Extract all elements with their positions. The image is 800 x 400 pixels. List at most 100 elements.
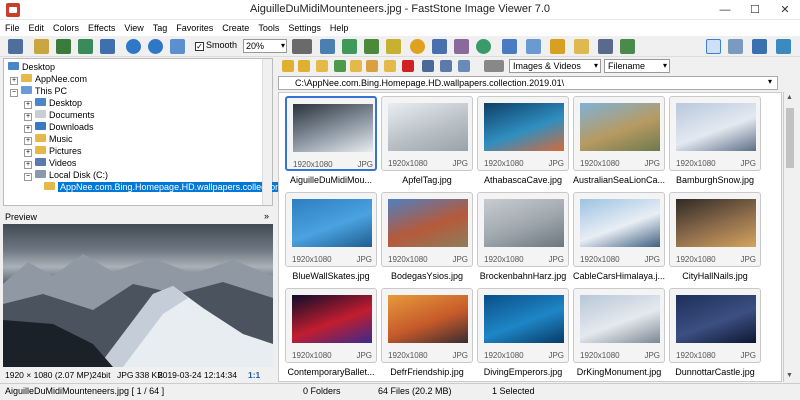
save-as-icon[interactable] — [78, 39, 93, 54]
path-field[interactable]: C:\AppNee.com.Bing.Homepage.HD.wallpaper… — [278, 76, 778, 90]
thumbnail-filename[interactable]: BlueWallSkates.jpg — [281, 271, 381, 281]
tree-item-downloads[interactable]: + Downloads — [24, 121, 94, 133]
menu-colors[interactable]: Colors — [48, 20, 83, 35]
folder-up-icon[interactable] — [316, 60, 328, 72]
menu-view[interactable]: View — [119, 20, 147, 35]
thumbnail-filename[interactable]: AustralianSeaLionCa... — [569, 175, 669, 185]
open-folder-icon[interactable] — [34, 39, 49, 54]
expand-icon[interactable]: + — [24, 101, 32, 109]
thumbnail-filename[interactable]: BrockenbahnHarz.jpg — [473, 271, 573, 281]
expand-icon[interactable]: + — [24, 149, 32, 157]
thumbnail-filename[interactable]: AiguilleDuMidiMou... — [281, 175, 381, 185]
view-details-icon[interactable] — [728, 39, 743, 54]
batch-icon[interactable] — [100, 39, 115, 54]
thumbnail-item[interactable]: 1920x1080 JPG DunnottarCastle.jpg — [669, 288, 761, 381]
thumbnail-item[interactable]: 1920x1080 JPG DrKingMonument.jpg — [573, 288, 665, 381]
zoom-out-icon[interactable] — [148, 39, 163, 54]
save-icon[interactable] — [56, 39, 71, 54]
thumbnail-item[interactable]: 1920x1080 JPG BrockenbahnHarz.jpg — [477, 192, 569, 285]
info-ratio[interactable]: 1:1 — [248, 368, 260, 382]
rotate-right-icon[interactable] — [342, 39, 357, 54]
thumbnail-image[interactable] — [388, 199, 468, 247]
thumbnail-frame[interactable]: 1920x1080 JPG — [285, 96, 377, 171]
browse-icon[interactable] — [8, 39, 23, 54]
thumbnail-filename[interactable]: AthabascaCave.jpg — [473, 175, 573, 185]
thumbnail-image[interactable] — [580, 103, 660, 151]
thumbnail-image[interactable] — [580, 199, 660, 247]
chevron-down-icon[interactable]: ▾ — [768, 77, 772, 86]
menu-file[interactable]: File — [0, 20, 24, 35]
thumbnail-image[interactable] — [388, 295, 468, 343]
thumbnail-image[interactable] — [388, 103, 468, 151]
thumbnail-item[interactable]: 1920x1080 JPG ContemporaryBallet... — [285, 288, 377, 381]
delete-icon[interactable] — [402, 60, 414, 72]
hand-tool-icon[interactable] — [292, 39, 312, 54]
maximize-button[interactable]: ☐ — [740, 0, 770, 20]
thumbnail-item[interactable]: 1920x1080 JPG BodegasYsios.jpg — [381, 192, 473, 285]
collapse-icon[interactable]: − — [24, 173, 32, 181]
thumbnail-image[interactable] — [292, 295, 372, 343]
email-icon[interactable] — [574, 39, 589, 54]
thumbnail-item[interactable]: 1920x1080 JPG BlueWallSkates.jpg — [285, 192, 377, 285]
thumbnail-image[interactable] — [292, 199, 372, 247]
thumbnail-item[interactable]: 1920x1080 JPG CableCarsHimalaya.j... — [573, 192, 665, 285]
tree-item-videos[interactable]: + Videos — [24, 157, 76, 169]
thumbnail-item[interactable]: 1920x1080 JPG BamburghSnow.jpg — [669, 96, 761, 189]
thumbnail-image[interactable] — [293, 104, 373, 152]
print-icon[interactable] — [598, 39, 613, 54]
thumbnail-frame[interactable]: 1920x1080 JPG — [573, 96, 665, 171]
scroll-up-icon[interactable]: ▲ — [786, 94, 793, 101]
new-folder-icon[interactable] — [334, 60, 346, 72]
preview-collapse-button[interactable]: » — [264, 211, 269, 221]
tree-item-wallpapers-folder[interactable]: AppNee.com.Bing.Homepage.HD.wallpapers.c… — [44, 181, 283, 193]
thumbnail-image[interactable] — [676, 199, 756, 247]
thumbnail-frame[interactable]: 1920x1080 JPG — [477, 288, 569, 363]
thumbnail-image[interactable] — [676, 103, 756, 151]
thumbnail-item[interactable]: 1920x1080 JPG DefrFriendship.jpg — [381, 288, 473, 381]
thumbnail-item[interactable]: 1920x1080 JPG AiguilleDuMidiMou... — [285, 96, 377, 189]
rotate-left-icon[interactable] — [320, 39, 335, 54]
thumbnail-filename[interactable]: BamburghSnow.jpg — [665, 175, 765, 185]
details-view-icon[interactable] — [458, 60, 470, 72]
smooth-checkbox[interactable]: ✓ Smooth — [195, 40, 237, 51]
expand-icon[interactable]: + — [24, 125, 32, 133]
fit-window-icon[interactable] — [170, 39, 185, 54]
sort-select[interactable]: Filename — [604, 59, 670, 73]
zoom-select[interactable]: 20% — [243, 39, 287, 53]
expand-icon[interactable]: + — [24, 137, 32, 145]
thumbnail-frame[interactable]: 1920x1080 JPG — [381, 192, 473, 267]
thumbnail-item[interactable]: 1920x1080 JPG DivingEmperors.jpg — [477, 288, 569, 381]
draw-icon[interactable] — [454, 39, 469, 54]
thumbnail-image[interactable] — [484, 199, 564, 247]
menu-help[interactable]: Help — [325, 20, 353, 35]
compare-icon[interactable] — [526, 39, 541, 54]
thumbnail-image[interactable] — [484, 295, 564, 343]
thumbnail-filename[interactable]: ApfelTag.jpg — [377, 175, 477, 185]
filter-select[interactable]: Images & Videos — [509, 59, 601, 73]
menu-create[interactable]: Create — [217, 20, 253, 35]
thumbnail-frame[interactable]: 1920x1080 JPG — [477, 192, 569, 267]
thumbnail-frame[interactable]: 1920x1080 JPG — [573, 288, 665, 363]
tree-item-documents[interactable]: + Documents — [24, 109, 95, 121]
checkbox-icon[interactable]: ✓ — [195, 42, 204, 51]
folder-tree[interactable]: Desktop + AppNee.com − This PC + Desktop + D… — [3, 58, 283, 206]
thumbnail-frame[interactable]: 1920x1080 JPG — [477, 96, 569, 171]
menu-edit[interactable]: Edit — [24, 20, 49, 35]
slideshow-icon[interactable] — [550, 39, 565, 54]
resize-icon[interactable] — [432, 39, 447, 54]
tree-item-local-disk[interactable]: − Local Disk (C:) — [24, 169, 108, 181]
thumbnail-view-icon[interactable] — [422, 60, 434, 72]
histogram-icon[interactable] — [502, 39, 517, 54]
view-fullscreen-icon[interactable] — [752, 39, 767, 54]
copy-to-icon[interactable] — [350, 60, 362, 72]
forward-icon[interactable] — [298, 60, 310, 72]
thumbnail-filename[interactable]: DrKingMonument.jpg — [569, 367, 669, 377]
thumbnail-filename[interactable]: BodegasYsios.jpg — [377, 271, 477, 281]
tree-item-pictures[interactable]: + Pictures — [24, 145, 82, 157]
thumbnail-frame[interactable]: 1920x1080 JPG — [381, 96, 473, 171]
menu-favorites[interactable]: Favorites — [171, 20, 217, 35]
thumbnail-filename[interactable]: DefrFriendship.jpg — [377, 367, 477, 377]
tree-item-desktop-folder[interactable]: + Desktop — [24, 97, 82, 109]
view-layout-icon[interactable] — [776, 39, 791, 54]
adjust-colors-icon[interactable] — [410, 39, 425, 54]
